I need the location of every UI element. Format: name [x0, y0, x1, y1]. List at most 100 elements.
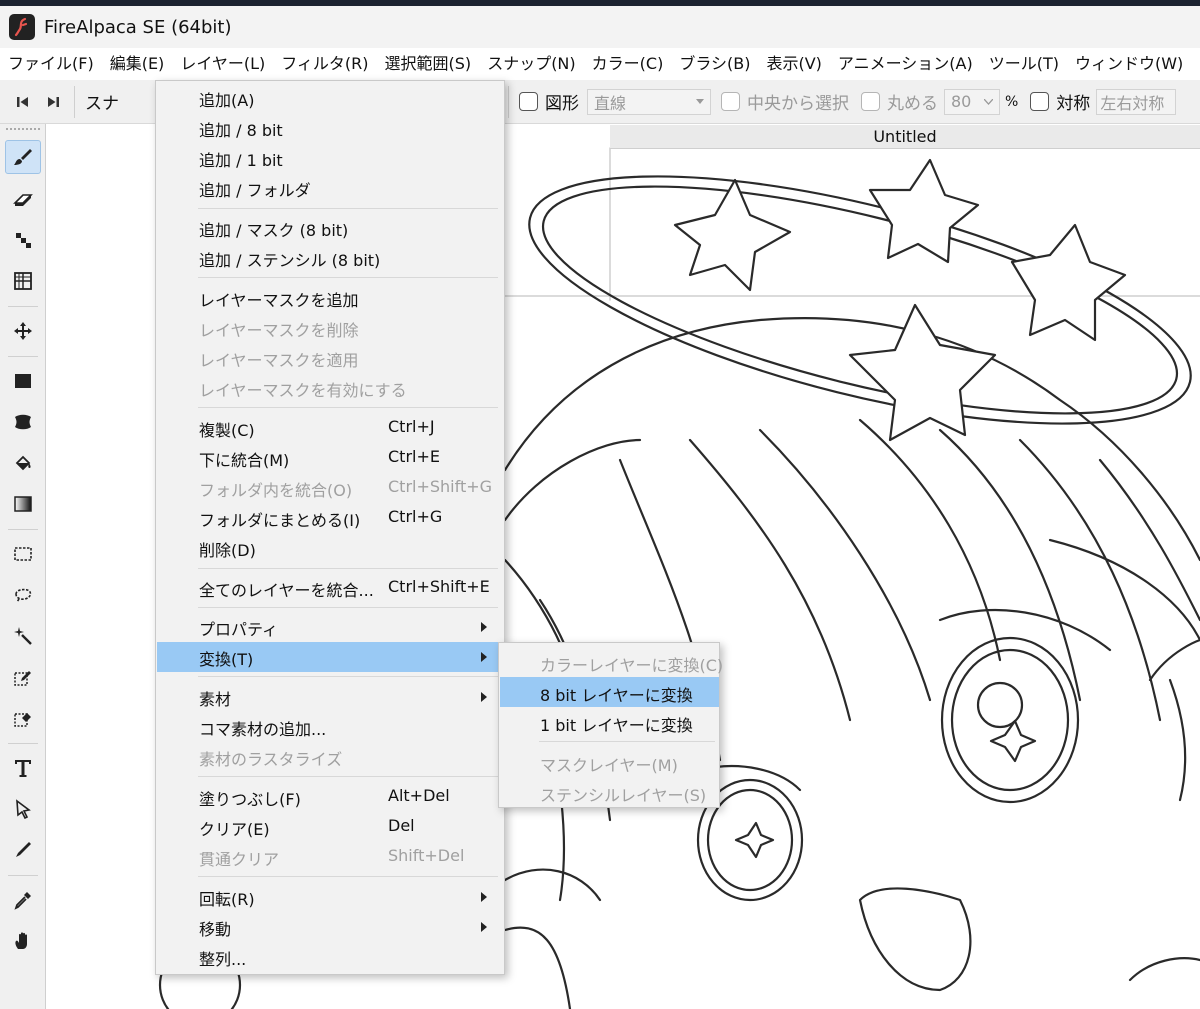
- layer-menu-item[interactable]: 全てのレイヤーを統合... Ctrl+Shift+E: [157, 573, 504, 603]
- menu-color[interactable]: カラー(C): [584, 48, 672, 80]
- lasso-tool[interactable]: [5, 578, 41, 612]
- layer-menu-item[interactable]: 素材のラスタライズ: [157, 742, 504, 772]
- layer-menu-item[interactable]: 下に統合(M) Ctrl+E: [157, 443, 504, 473]
- convert-menu-item[interactable]: マスクレイヤー(M): [500, 747, 719, 777]
- magic-wand-tool[interactable]: [5, 619, 41, 653]
- menu-item-label: プロパティ: [199, 620, 279, 639]
- next-frame-button[interactable]: [38, 87, 68, 117]
- eyedropper-tool[interactable]: [5, 883, 41, 917]
- round-value-spinner[interactable]: 80: [944, 88, 1000, 115]
- layer-menu-item[interactable]: 削除(D): [157, 533, 504, 563]
- brush-tool[interactable]: [5, 140, 41, 174]
- shape-checkbox[interactable]: [519, 92, 538, 111]
- menu-item-shortcut: Del: [388, 816, 415, 835]
- layer-menu-item[interactable]: レイヤーマスクを削除: [157, 313, 504, 343]
- symmetry-select[interactable]: 左右対称: [1096, 88, 1177, 115]
- layer-menu-item[interactable]: 追加 / 8 bit: [157, 113, 504, 143]
- menu-help[interactable]: Help: [1191, 48, 1200, 80]
- menu-item-label: 塗りつぶし(F): [199, 790, 301, 809]
- layer-menu-item[interactable]: フォルダにまとめる(I) Ctrl+G: [157, 503, 504, 533]
- menu-edit[interactable]: 編集(E): [102, 48, 173, 80]
- palette-grip[interactable]: [6, 128, 40, 130]
- menu-item-label: コマ素材の追加...: [199, 720, 327, 739]
- move-tool[interactable]: [5, 314, 41, 348]
- move-arrows-icon: [14, 322, 32, 340]
- layer-menu-item[interactable]: 追加 / フォルダ: [157, 173, 504, 203]
- tool-palette: [0, 124, 46, 1009]
- layer-menu-item[interactable]: クリア(E) Del: [157, 812, 504, 842]
- menu-item-label: 素材: [199, 690, 232, 709]
- tool-divider: [8, 356, 38, 357]
- select-eraser-tool[interactable]: [5, 701, 41, 735]
- shape-tool[interactable]: [5, 405, 41, 439]
- shape-type-select[interactable]: 直線: [587, 88, 711, 115]
- layer-menu-item[interactable]: 移動: [157, 912, 504, 942]
- menu-view[interactable]: 表示(V): [758, 48, 829, 80]
- layer-menu-item[interactable]: 複製(C) Ctrl+J: [157, 413, 504, 443]
- rect-fill-tool[interactable]: [5, 364, 41, 398]
- menu-item-label: フォルダ内を統合(O): [199, 481, 353, 500]
- layer-menu-item[interactable]: フォルダ内を統合(O) Ctrl+Shift+G: [157, 473, 504, 503]
- convert-menu-item-1bit[interactable]: 1 bit レイヤーに変換: [500, 707, 719, 737]
- center-select-checkbox[interactable]: [721, 92, 740, 111]
- layer-menu-item[interactable]: 追加 / ステンシル (8 bit): [157, 243, 504, 273]
- eraser-tool[interactable]: [5, 182, 41, 216]
- convert-menu-item-8bit[interactable]: 8 bit レイヤーに変換: [500, 677, 719, 707]
- submenu-arrow-icon: [481, 892, 487, 902]
- menu-select[interactable]: 選択範囲(S): [377, 48, 480, 80]
- bucket-tool[interactable]: [5, 446, 41, 480]
- layer-menu-item[interactable]: 塗りつぶし(F) Alt+Del: [157, 782, 504, 812]
- previous-frame-button[interactable]: [8, 87, 38, 117]
- convert-menu-item[interactable]: カラーレイヤーに変換(C): [500, 647, 723, 677]
- menu-item-shortcut: Alt+Del: [388, 786, 450, 805]
- hand-tool[interactable]: [5, 924, 41, 958]
- layer-menu-item[interactable]: コマ素材の追加...: [157, 712, 504, 742]
- layer-menu-item[interactable]: プロパティ: [157, 612, 504, 642]
- layer-menu-item[interactable]: レイヤーマスクを追加: [157, 283, 504, 313]
- pointer-arrow-icon: [16, 799, 31, 819]
- menu-item-label: 追加 / ステンシル (8 bit): [199, 251, 381, 270]
- menu-filter[interactable]: フィルタ(R): [273, 48, 376, 80]
- dot-tool[interactable]: [5, 223, 41, 257]
- grid-icon: [14, 272, 32, 290]
- toolbar-separator: [508, 85, 509, 118]
- menu-snap[interactable]: スナップ(N): [479, 48, 583, 80]
- layer-menu-item[interactable]: 追加 / 1 bit: [157, 143, 504, 173]
- layer-menu-item[interactable]: 追加 / マスク (8 bit): [157, 213, 504, 243]
- menu-item-label: ステンシルレイヤー(S): [540, 786, 707, 805]
- select-pen-tool[interactable]: [5, 660, 41, 694]
- rect-select-tool[interactable]: [5, 537, 41, 571]
- menu-layer[interactable]: レイヤー(L): [172, 48, 274, 80]
- menu-item-label: 変換(T): [199, 650, 254, 669]
- menu-tool[interactable]: ツール(T): [981, 48, 1067, 80]
- submenu-arrow-icon: [481, 922, 487, 932]
- pen-icon: [16, 842, 31, 857]
- layer-menu-item-convert[interactable]: 変換(T): [157, 642, 504, 672]
- menu-file[interactable]: ファイル(F): [0, 48, 102, 80]
- dividing-tool[interactable]: [5, 833, 41, 867]
- snap-label: スナップ: [85, 94, 121, 114]
- layer-menu-item[interactable]: 素材: [157, 682, 504, 712]
- layer-menu-item[interactable]: 整列...: [157, 942, 504, 972]
- layer-menu-item[interactable]: 貫通クリア Shift+Del: [157, 842, 504, 872]
- menu-window[interactable]: ウィンドウ(W): [1067, 48, 1191, 80]
- menu-animation[interactable]: アニメーション(A): [830, 48, 981, 80]
- grid-tool[interactable]: [5, 264, 41, 298]
- round-checkbox[interactable]: [861, 92, 880, 111]
- layer-menu-item[interactable]: 回転(R): [157, 882, 504, 912]
- toolbar-separator: [74, 85, 75, 118]
- layer-menu-item[interactable]: 追加(A): [157, 83, 504, 113]
- text-tool[interactable]: [5, 751, 41, 785]
- layer-menu-item[interactable]: レイヤーマスクを適用: [157, 343, 504, 373]
- layer-menu-item[interactable]: レイヤーマスクを有効にする: [157, 373, 504, 403]
- gradient-tool[interactable]: [5, 487, 41, 521]
- menu-item-label: クリア(E): [199, 820, 270, 839]
- menu-brush[interactable]: ブラシ(B): [671, 48, 758, 80]
- operation-tool[interactable]: [5, 792, 41, 826]
- symmetry-checkbox[interactable]: [1030, 92, 1050, 111]
- convert-menu-item[interactable]: ステンシルレイヤー(S): [500, 777, 719, 807]
- menu-item-shortcut: Ctrl+J: [388, 417, 435, 436]
- brush-icon: [14, 149, 32, 165]
- document-tab[interactable]: Untitled: [610, 125, 1200, 149]
- symmetry-label: 対称: [1056, 94, 1091, 114]
